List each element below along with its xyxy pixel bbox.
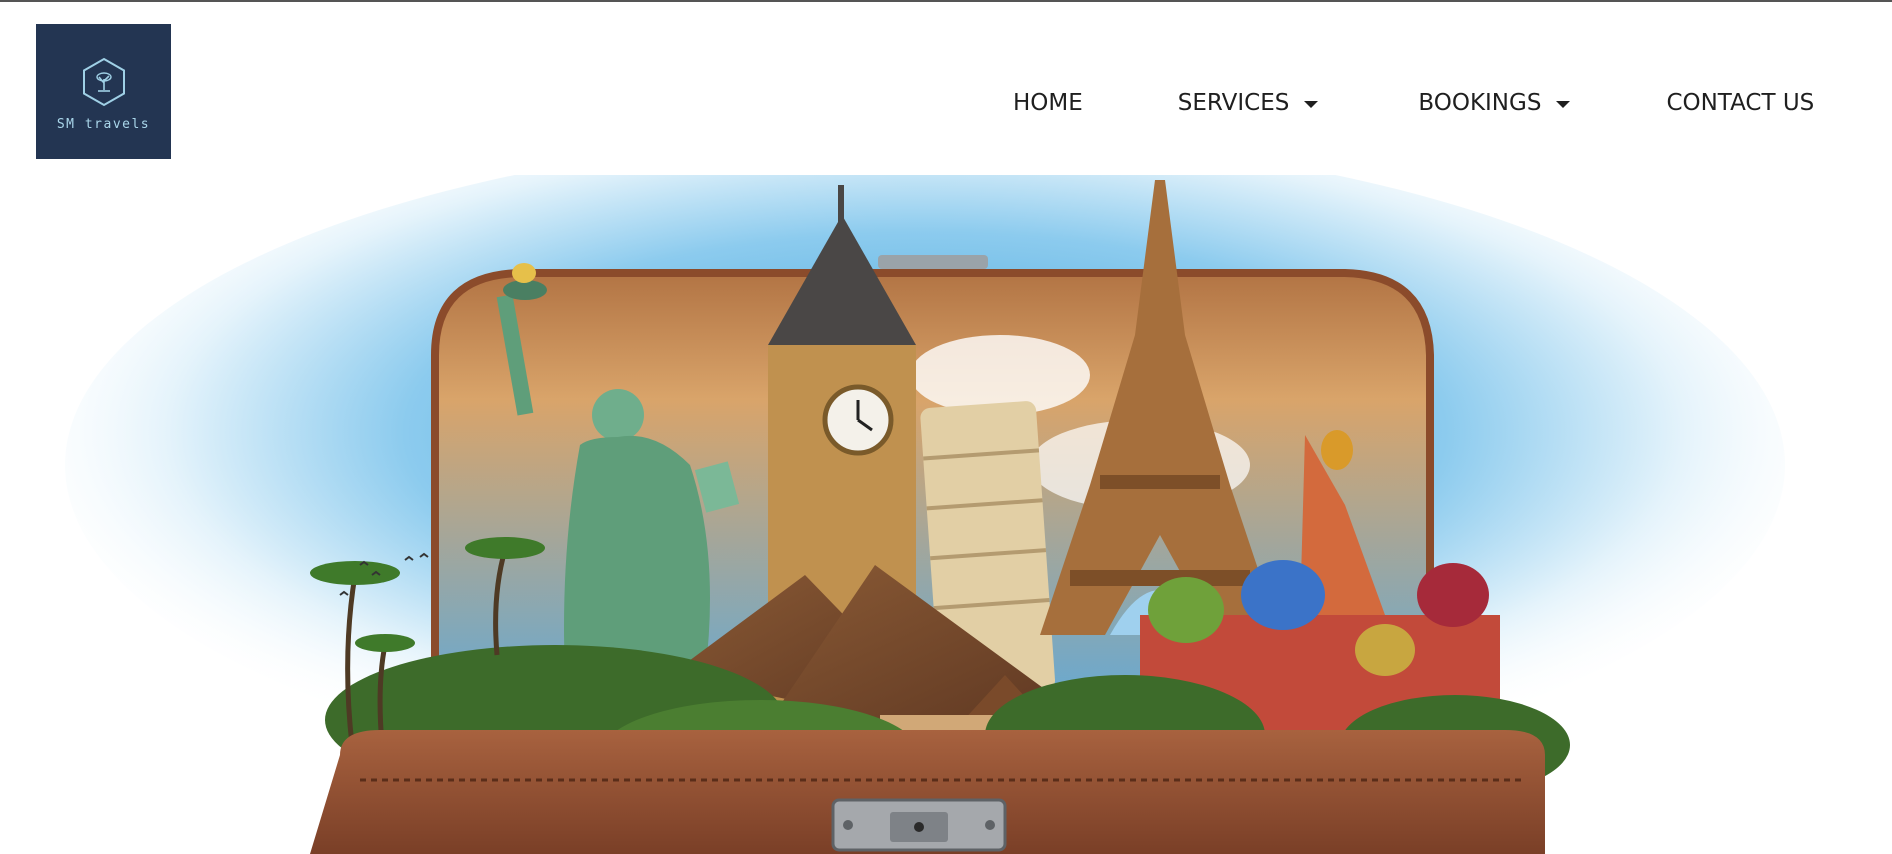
nav-bookings-dropdown[interactable]: BOOKINGS bbox=[1418, 90, 1571, 116]
top-border bbox=[0, 0, 1892, 2]
main-nav: HOME SERVICES BOOKINGS CONTACT US bbox=[1013, 90, 1814, 116]
brand-name: SM travels bbox=[56, 117, 151, 132]
nav-home[interactable]: HOME bbox=[1013, 90, 1083, 116]
brand-logo[interactable]: SM travels bbox=[36, 24, 171, 159]
nav-bookings-label: BOOKINGS bbox=[1418, 90, 1542, 116]
suitcase-lock bbox=[831, 798, 1007, 852]
caret-down-icon bbox=[1304, 100, 1319, 108]
nav-home-label: HOME bbox=[1013, 90, 1083, 116]
caret-down-icon bbox=[1556, 100, 1571, 108]
nav-services-dropdown[interactable]: SERVICES bbox=[1178, 90, 1319, 116]
nav-services-label: SERVICES bbox=[1177, 90, 1290, 116]
hero-image bbox=[0, 175, 1892, 854]
nav-contact-label: CONTACT US bbox=[1666, 90, 1815, 116]
hexagon-tree-icon bbox=[82, 57, 125, 107]
suitcase-handle bbox=[878, 255, 988, 269]
nav-contact-us[interactable]: CONTACT US bbox=[1666, 90, 1814, 116]
